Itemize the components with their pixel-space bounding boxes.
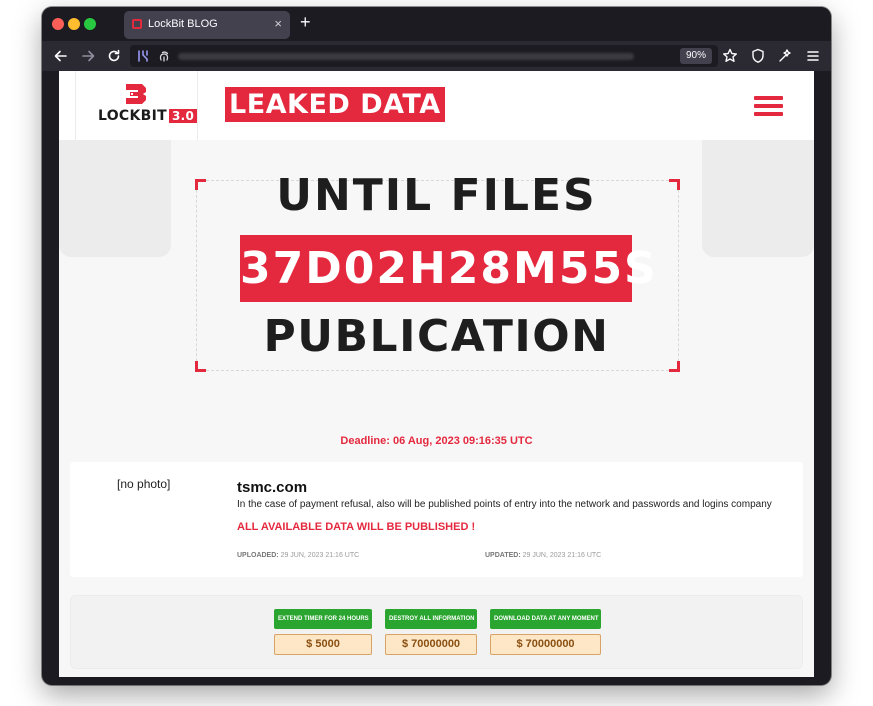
logo-text: LOCKBIT	[98, 108, 167, 124]
page-content: LOCKBIT 3.0 LEAKED DATA UNTIL FILES 37D02…	[59, 71, 814, 677]
site-logo[interactable]: LOCKBIT 3.0	[75, 71, 198, 140]
countdown-timer: 37D02H28M55S	[240, 235, 656, 302]
tab-title: LockBit BLOG	[148, 18, 218, 30]
updated-label: UPDATED:	[485, 552, 521, 559]
victim-post-card: [no photo] tsmc.com In the case of payme…	[70, 462, 803, 577]
uploaded-value: 29 JUN, 2023 21:16 UTC	[280, 552, 360, 559]
extend-timer-button[interactable]: EXTEND TIMER FOR 24 HOURS	[274, 609, 372, 629]
url-text[interactable]	[178, 53, 634, 60]
logo-wordmark: LOCKBIT 3.0	[98, 108, 198, 124]
back-icon[interactable]	[52, 47, 70, 65]
actions-panel: EXTEND TIMER FOR 24 HOURS $ 5000 DESTROY…	[70, 595, 803, 669]
uploaded-label: UPLOADED:	[237, 552, 279, 559]
logo-version: 3.0	[168, 109, 198, 123]
favicon-icon	[132, 19, 142, 29]
tab-close-button[interactable]: ×	[274, 16, 282, 31]
updated-value: 29 JUN, 2023 21:16 UTC	[522, 552, 602, 559]
tab-bar: LockBit BLOG × +	[42, 7, 831, 41]
minimize-window-button[interactable]	[68, 18, 80, 30]
destroy-information-price: $ 70000000	[385, 634, 477, 655]
url-bar[interactable]: 90%	[130, 45, 718, 67]
download-data-price: $ 70000000	[490, 634, 601, 655]
extend-timer-price: $ 5000	[274, 634, 372, 655]
extension-icon[interactable]	[136, 49, 150, 63]
download-data-button[interactable]: DOWNLOAD DATA AT ANY MOMENT	[490, 609, 601, 629]
uploaded-date: UPLOADED: 29 JUN, 2023 21:16 UTC	[237, 552, 359, 559]
new-tab-button[interactable]: +	[300, 12, 311, 32]
fingerprint-icon[interactable]	[157, 49, 171, 63]
publish-warning: ALL AVAILABLE DATA WILL BE PUBLISHED !	[237, 521, 476, 533]
victim-domain: tsmc.com	[237, 479, 308, 496]
tools-icon[interactable]	[776, 47, 794, 65]
hamburger-menu-icon[interactable]	[754, 96, 783, 116]
deadline-text: Deadline: 06 Aug, 2023 09:16:35 UTC	[340, 435, 533, 447]
bookmark-star-icon[interactable]	[721, 47, 739, 65]
browser-window: LockBit BLOG × + 90% LOCKBIT 3.0 LEAKED …	[42, 7, 831, 685]
destroy-information-button[interactable]: DESTROY ALL INFORMATION	[385, 609, 477, 629]
reload-icon[interactable]	[105, 47, 123, 65]
action-download-data: DOWNLOAD DATA AT ANY MOMENT $ 70000000	[490, 609, 601, 655]
leaked-data-title[interactable]: LEAKED DATA	[225, 87, 445, 122]
updated-date: UPDATED: 29 JUN, 2023 21:16 UTC	[485, 552, 601, 559]
menu-icon[interactable]	[804, 47, 822, 65]
post-description: In the case of payment refusal, also wil…	[237, 499, 772, 510]
maximize-window-button[interactable]	[84, 18, 96, 30]
close-window-button[interactable]	[52, 18, 64, 30]
site-header: LOCKBIT 3.0 LEAKED DATA	[59, 71, 814, 140]
action-destroy-info: DESTROY ALL INFORMATION $ 70000000	[385, 609, 477, 655]
countdown-bottom-line: PUBLICATION	[263, 311, 610, 362]
navigation-bar: 90%	[42, 41, 831, 71]
zoom-level[interactable]: 90%	[679, 48, 712, 64]
lockbit-logo-icon	[126, 84, 146, 104]
shield-icon[interactable]	[749, 47, 767, 65]
action-extend-timer: EXTEND TIMER FOR 24 HOURS $ 5000	[274, 609, 372, 655]
countdown-top-line: UNTIL FILES	[276, 170, 597, 221]
forward-icon[interactable]	[79, 47, 97, 65]
photo-placeholder: [no photo]	[117, 477, 171, 491]
tab-lockbit-blog[interactable]: LockBit BLOG ×	[124, 11, 290, 39]
